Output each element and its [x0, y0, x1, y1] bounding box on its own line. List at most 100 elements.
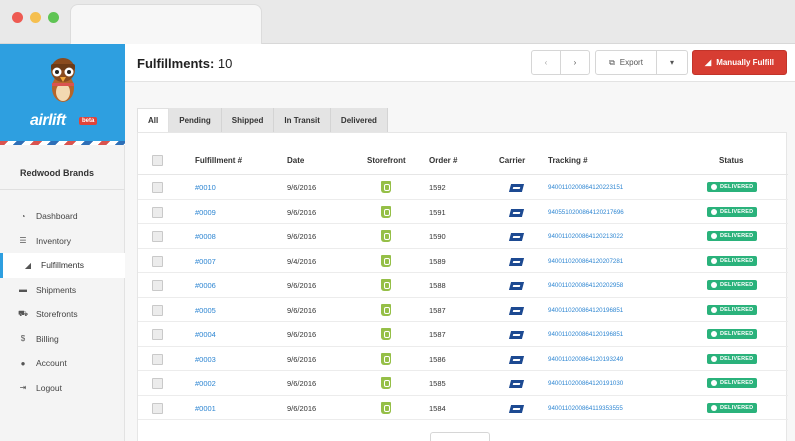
tracking-link[interactable]: 9400110200864120196851: [548, 331, 623, 338]
row-checkbox[interactable]: [152, 280, 163, 291]
tracking-link[interactable]: 9400110200864120191030: [548, 380, 623, 387]
column-header-storefront[interactable]: Storefront: [367, 156, 406, 165]
dollar-icon: $: [20, 334, 26, 344]
tab-pending[interactable]: Pending: [169, 108, 222, 132]
fulfillment-link[interactable]: #0004: [195, 330, 216, 339]
sidebar-item-logout[interactable]: ⇥ Logout: [0, 376, 125, 401]
tracking-link[interactable]: 9400110200864120223151: [548, 184, 623, 191]
fulfillment-link[interactable]: #0001: [195, 404, 216, 413]
table-row[interactable]: #0009 9/6/2016 1591 9405510200864120217696 D…: [138, 200, 788, 224]
page-title: Fulfillments: 10: [137, 56, 232, 71]
beta-badge: beta: [79, 117, 98, 125]
order-cell: 1589: [429, 256, 446, 266]
order-cell: 1585: [429, 379, 446, 388]
export-options-dropdown[interactable]: ▾: [656, 50, 688, 75]
column-header-tracking[interactable]: Tracking #: [548, 156, 588, 165]
row-checkbox[interactable]: [152, 255, 163, 267]
table-row[interactable]: #0002 9/6/2016 1585 9400110200864120191030 D…: [138, 371, 788, 396]
fulfillment-link[interactable]: #0005: [195, 306, 216, 315]
fulfillment-link[interactable]: #0002: [195, 379, 216, 388]
row-checkbox[interactable]: [152, 329, 163, 340]
column-header-order[interactable]: Order #: [429, 156, 457, 165]
table-row[interactable]: #0006 9/6/2016 1588 9400110200864120202958 D…: [138, 273, 788, 298]
cart-icon: ⛟: [18, 309, 29, 319]
row-checkbox[interactable]: [152, 378, 163, 389]
table-row[interactable]: #0003 9/6/2016 1586 9400110200864120193249 D…: [138, 347, 788, 371]
caret-down-icon: ▾: [669, 58, 674, 67]
table-row[interactable]: #0005 9/6/2016 1587 9400110200864120196851 D…: [138, 298, 788, 322]
row-checkbox[interactable]: [152, 182, 163, 193]
tracking-link[interactable]: 9400110200864120196851: [548, 307, 623, 314]
fulfillment-link[interactable]: #0006: [195, 281, 216, 290]
main-content: Fulfillments: 10 ‹ › ⧉ Export ▾ ◢ Manual…: [125, 44, 795, 441]
close-window-icon[interactable]: [12, 12, 23, 23]
column-header-fulfillment[interactable]: Fulfillment #: [195, 156, 242, 165]
table-row[interactable]: #0001 9/6/2016 1584 9400110200864119353555 D…: [138, 396, 788, 420]
column-header-date[interactable]: Date: [287, 156, 304, 165]
sidebar-item-dashboard[interactable]: ◔ Dashboard: [0, 204, 125, 229]
check-circle-icon: [711, 404, 717, 411]
order-cell: 1586: [429, 354, 446, 364]
tab-in-transit[interactable]: In Transit: [274, 108, 331, 132]
column-header-carrier[interactable]: Carrier: [499, 156, 525, 165]
sidebar: airlift beta Redwood Brands ◔ Dashboard ☰ I…: [0, 44, 125, 441]
check-circle-icon: [711, 282, 717, 288]
export-button[interactable]: ⧉ Export: [595, 50, 657, 75]
fulfillment-link[interactable]: #0003: [195, 355, 216, 364]
shopify-icon: [381, 328, 391, 340]
browser-tab[interactable]: [70, 4, 262, 44]
fulfillment-link[interactable]: #0008: [195, 232, 216, 241]
sidebar-item-billing[interactable]: $ Billing: [0, 327, 125, 352]
pagination-controls[interactable]: [430, 432, 490, 441]
fulfillments-table: Fulfillment # Date Storefront Order # Ca…: [137, 132, 788, 441]
status-tabs: All Pending Shipped In Transit Delivered: [137, 108, 388, 132]
tab-delivered[interactable]: Delivered: [330, 108, 388, 132]
date-cell: 9/6/2016: [287, 379, 317, 388]
date-cell: 9/6/2016: [287, 354, 317, 364]
tab-all[interactable]: All: [137, 108, 170, 132]
row-checkbox[interactable]: [152, 304, 163, 316]
pilot-mascot-icon: [51, 58, 75, 102]
row-checkbox[interactable]: [152, 206, 163, 218]
tab-shipped[interactable]: Shipped: [221, 108, 275, 132]
maximize-window-icon[interactable]: [48, 12, 59, 23]
table-row[interactable]: #0010 9/6/2016 1592 9400110200864120223151 D…: [138, 175, 788, 200]
tracking-link[interactable]: 9400110200864120207281: [548, 258, 623, 265]
previous-page-button[interactable]: ‹: [531, 50, 561, 75]
date-cell: 9/6/2016: [287, 183, 317, 192]
table-row[interactable]: #0004 9/6/2016 1587 9400110200864120196851 D…: [138, 322, 788, 347]
paper-plane-icon: ◢: [705, 58, 712, 67]
status-label: DELIVERED: [720, 282, 754, 288]
row-checkbox[interactable]: [152, 231, 163, 242]
tracking-link[interactable]: 9400110200864120213022: [548, 233, 623, 240]
sidebar-item-fulfillments[interactable]: ◢ Fulfillments: [0, 253, 125, 278]
row-checkbox[interactable]: [152, 402, 163, 414]
table-row[interactable]: #0007 9/4/2016 1589 9400110200864120207281 D…: [138, 249, 788, 273]
tracking-link[interactable]: 9400110200864120202958: [548, 282, 623, 289]
fulfillment-link[interactable]: #0009: [195, 208, 216, 217]
minimize-window-icon[interactable]: [30, 12, 41, 23]
status-badge: DELIVERED: [707, 353, 758, 364]
check-circle-icon: [711, 331, 717, 337]
tracking-link[interactable]: 9400110200864119353555: [548, 405, 623, 412]
fulfillment-link[interactable]: #0010: [195, 183, 216, 192]
sidebar-item-account[interactable]: ● Account: [0, 351, 125, 376]
status-label: DELIVERED: [720, 331, 754, 337]
next-page-button[interactable]: ›: [560, 50, 590, 75]
tracking-link[interactable]: 9405510200864120217696: [548, 209, 624, 216]
fulfillment-link[interactable]: #0007: [195, 257, 216, 266]
row-checkbox[interactable]: [152, 353, 163, 365]
sidebar-item-inventory[interactable]: ☰ Inventory: [0, 229, 125, 254]
page-header: Fulfillments: 10 ‹ › ⧉ Export ▾ ◢ Manual…: [125, 44, 795, 82]
check-circle-icon: [711, 257, 717, 264]
organization-name: Redwood Brands: [20, 168, 95, 178]
tracking-link[interactable]: 9400110200864120193249: [548, 356, 623, 363]
chevron-right-icon: ›: [573, 58, 577, 67]
column-header-status[interactable]: Status: [719, 156, 743, 165]
manually-fulfill-button[interactable]: ◢ Manually Fulfill: [692, 50, 787, 75]
select-all-checkbox[interactable]: [152, 155, 163, 166]
sidebar-item-storefronts[interactable]: ⛟ Storefronts: [0, 302, 125, 327]
date-cell: 9/4/2016: [287, 256, 317, 266]
table-row[interactable]: #0008 9/6/2016 1590 9400110200864120213022 D…: [138, 224, 788, 249]
sidebar-item-shipments[interactable]: ▬ Shipments: [0, 278, 125, 303]
